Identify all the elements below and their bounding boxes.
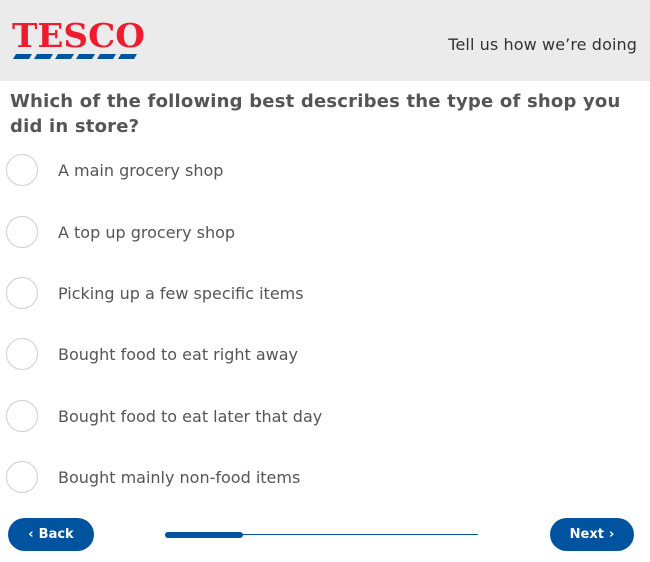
- question-text: Which of the following best describes th…: [10, 91, 621, 137]
- option-label: Bought food to eat right away: [58, 344, 299, 364]
- next-button-label: Next: [569, 527, 604, 542]
- option-specific-items[interactable]: Picking up a few specific items: [6, 275, 566, 311]
- radio-button[interactable]: [6, 277, 38, 309]
- chevron-right-icon: ›: [608, 527, 615, 542]
- option-label: A main grocery shop: [58, 160, 224, 180]
- back-button-label: Back: [38, 527, 74, 542]
- svg-text:TESCO: TESCO: [12, 18, 145, 55]
- tesco-logo: TESCO: [12, 18, 146, 62]
- option-non-food-items[interactable]: Bought mainly non-food items: [6, 459, 566, 495]
- header-tagline: Tell us how we’re doing: [448, 35, 637, 54]
- progress-bar: [165, 532, 478, 538]
- chevron-left-icon: ‹: [28, 527, 34, 542]
- radio-button[interactable]: [6, 154, 38, 186]
- next-button[interactable]: Next ›: [550, 518, 634, 551]
- option-main-grocery-shop[interactable]: A main grocery shop: [6, 152, 566, 188]
- progress-fill: [165, 532, 244, 538]
- radio-button[interactable]: [6, 461, 38, 493]
- radio-button[interactable]: [6, 400, 38, 432]
- footer-nav: ‹ Back Next ›: [0, 518, 650, 551]
- radio-button[interactable]: [6, 216, 38, 248]
- option-food-later-that-day[interactable]: Bought food to eat later that day: [6, 398, 566, 434]
- header-bar: TESCO Tell us how we’re doing: [0, 0, 650, 81]
- radio-button[interactable]: [6, 338, 38, 370]
- option-label: Picking up a few specific items: [58, 283, 304, 303]
- option-label: Bought mainly non-food items: [58, 467, 301, 487]
- back-button[interactable]: ‹ Back: [8, 518, 94, 551]
- option-label: A top up grocery shop: [58, 222, 236, 242]
- option-top-up-grocery-shop[interactable]: A top up grocery shop: [6, 214, 566, 250]
- option-label: Bought food to eat later that day: [58, 406, 323, 426]
- option-food-right-away[interactable]: Bought food to eat right away: [6, 336, 566, 372]
